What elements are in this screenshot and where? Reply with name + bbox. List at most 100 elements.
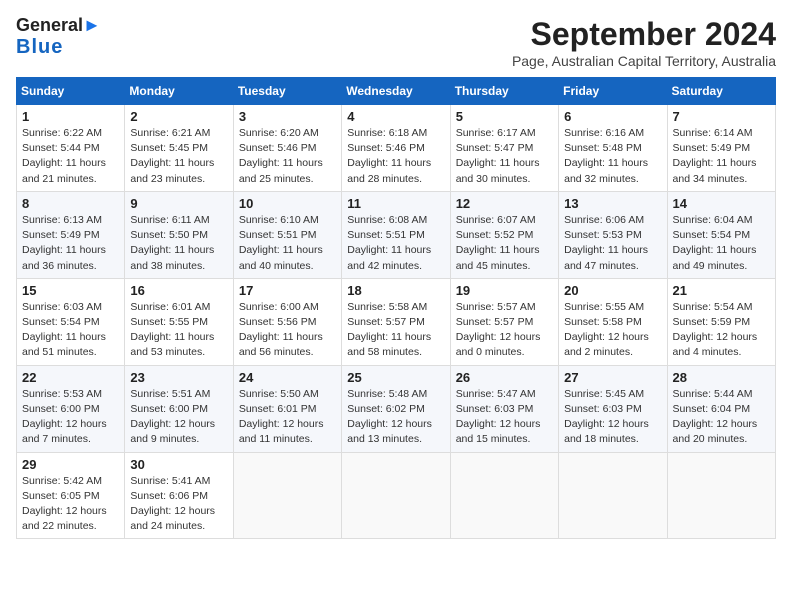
calendar-cell: 19 Sunrise: 5:57 AMSunset: 5:57 PMDaylig… xyxy=(450,278,558,365)
month-title: September 2024 xyxy=(512,16,776,53)
page-header: General► Blue September 2024 Page, Austr… xyxy=(16,16,776,69)
logo-text-blue: Blue xyxy=(16,36,63,58)
day-number: 17 xyxy=(239,283,336,298)
day-info: Sunrise: 6:22 AMSunset: 5:44 PMDaylight:… xyxy=(22,126,119,187)
day-number: 18 xyxy=(347,283,444,298)
calendar-cell: 21 Sunrise: 5:54 AMSunset: 5:59 PMDaylig… xyxy=(667,278,775,365)
day-number: 16 xyxy=(130,283,227,298)
day-info: Sunrise: 6:18 AMSunset: 5:46 PMDaylight:… xyxy=(347,126,444,187)
day-number: 1 xyxy=(22,109,119,124)
day-number: 2 xyxy=(130,109,227,124)
day-info: Sunrise: 6:21 AMSunset: 5:45 PMDaylight:… xyxy=(130,126,227,187)
calendar-cell: 25 Sunrise: 5:48 AMSunset: 6:02 PMDaylig… xyxy=(342,365,450,452)
calendar-cell: 24 Sunrise: 5:50 AMSunset: 6:01 PMDaylig… xyxy=(233,365,341,452)
day-of-week-header: Monday xyxy=(125,78,233,105)
day-info: Sunrise: 6:20 AMSunset: 5:46 PMDaylight:… xyxy=(239,126,336,187)
day-number: 9 xyxy=(130,196,227,211)
calendar-cell: 12 Sunrise: 6:07 AMSunset: 5:52 PMDaylig… xyxy=(450,191,558,278)
calendar-cell: 7 Sunrise: 6:14 AMSunset: 5:49 PMDayligh… xyxy=(667,105,775,192)
day-info: Sunrise: 6:16 AMSunset: 5:48 PMDaylight:… xyxy=(564,126,661,187)
calendar-cell xyxy=(450,452,558,539)
calendar-cell xyxy=(559,452,667,539)
day-number: 23 xyxy=(130,370,227,385)
day-number: 7 xyxy=(673,109,770,124)
day-number: 27 xyxy=(564,370,661,385)
day-info: Sunrise: 6:14 AMSunset: 5:49 PMDaylight:… xyxy=(673,126,770,187)
day-number: 20 xyxy=(564,283,661,298)
day-info: Sunrise: 5:54 AMSunset: 5:59 PMDaylight:… xyxy=(673,300,770,361)
day-of-week-header: Wednesday xyxy=(342,78,450,105)
calendar-cell: 28 Sunrise: 5:44 AMSunset: 6:04 PMDaylig… xyxy=(667,365,775,452)
day-number: 22 xyxy=(22,370,119,385)
day-info: Sunrise: 5:42 AMSunset: 6:05 PMDaylight:… xyxy=(22,474,119,535)
day-of-week-header: Friday xyxy=(559,78,667,105)
day-info: Sunrise: 5:53 AMSunset: 6:00 PMDaylight:… xyxy=(22,387,119,448)
day-number: 5 xyxy=(456,109,553,124)
location-subtitle: Page, Australian Capital Territory, Aust… xyxy=(512,53,776,69)
calendar-cell: 13 Sunrise: 6:06 AMSunset: 5:53 PMDaylig… xyxy=(559,191,667,278)
logo: General► Blue xyxy=(16,16,101,58)
day-number: 12 xyxy=(456,196,553,211)
calendar-cell: 26 Sunrise: 5:47 AMSunset: 6:03 PMDaylig… xyxy=(450,365,558,452)
day-of-week-header: Tuesday xyxy=(233,78,341,105)
day-number: 15 xyxy=(22,283,119,298)
calendar-cell: 15 Sunrise: 6:03 AMSunset: 5:54 PMDaylig… xyxy=(17,278,125,365)
calendar-cell: 1 Sunrise: 6:22 AMSunset: 5:44 PMDayligh… xyxy=(17,105,125,192)
day-number: 13 xyxy=(564,196,661,211)
day-info: Sunrise: 6:00 AMSunset: 5:56 PMDaylight:… xyxy=(239,300,336,361)
day-info: Sunrise: 6:17 AMSunset: 5:47 PMDaylight:… xyxy=(456,126,553,187)
calendar-cell: 11 Sunrise: 6:08 AMSunset: 5:51 PMDaylig… xyxy=(342,191,450,278)
day-info: Sunrise: 6:07 AMSunset: 5:52 PMDaylight:… xyxy=(456,213,553,274)
calendar-cell: 3 Sunrise: 6:20 AMSunset: 5:46 PMDayligh… xyxy=(233,105,341,192)
logo-text: General► xyxy=(16,16,101,36)
day-number: 10 xyxy=(239,196,336,211)
day-number: 11 xyxy=(347,196,444,211)
day-number: 8 xyxy=(22,196,119,211)
day-number: 6 xyxy=(564,109,661,124)
day-number: 14 xyxy=(673,196,770,211)
day-number: 4 xyxy=(347,109,444,124)
calendar-cell xyxy=(233,452,341,539)
calendar-table: SundayMondayTuesdayWednesdayThursdayFrid… xyxy=(16,77,776,539)
day-info: Sunrise: 5:41 AMSunset: 6:06 PMDaylight:… xyxy=(130,474,227,535)
day-info: Sunrise: 6:04 AMSunset: 5:54 PMDaylight:… xyxy=(673,213,770,274)
calendar-cell: 14 Sunrise: 6:04 AMSunset: 5:54 PMDaylig… xyxy=(667,191,775,278)
calendar-cell: 9 Sunrise: 6:11 AMSunset: 5:50 PMDayligh… xyxy=(125,191,233,278)
title-area: September 2024 Page, Australian Capital … xyxy=(512,16,776,69)
day-number: 30 xyxy=(130,457,227,472)
calendar-cell: 2 Sunrise: 6:21 AMSunset: 5:45 PMDayligh… xyxy=(125,105,233,192)
day-info: Sunrise: 6:08 AMSunset: 5:51 PMDaylight:… xyxy=(347,213,444,274)
day-info: Sunrise: 5:45 AMSunset: 6:03 PMDaylight:… xyxy=(564,387,661,448)
calendar-cell: 30 Sunrise: 5:41 AMSunset: 6:06 PMDaylig… xyxy=(125,452,233,539)
day-info: Sunrise: 5:48 AMSunset: 6:02 PMDaylight:… xyxy=(347,387,444,448)
day-info: Sunrise: 5:58 AMSunset: 5:57 PMDaylight:… xyxy=(347,300,444,361)
day-info: Sunrise: 6:06 AMSunset: 5:53 PMDaylight:… xyxy=(564,213,661,274)
calendar-cell xyxy=(342,452,450,539)
day-info: Sunrise: 5:55 AMSunset: 5:58 PMDaylight:… xyxy=(564,300,661,361)
day-info: Sunrise: 5:47 AMSunset: 6:03 PMDaylight:… xyxy=(456,387,553,448)
day-info: Sunrise: 6:03 AMSunset: 5:54 PMDaylight:… xyxy=(22,300,119,361)
calendar-cell: 8 Sunrise: 6:13 AMSunset: 5:49 PMDayligh… xyxy=(17,191,125,278)
day-number: 28 xyxy=(673,370,770,385)
calendar-cell: 4 Sunrise: 6:18 AMSunset: 5:46 PMDayligh… xyxy=(342,105,450,192)
calendar-cell: 10 Sunrise: 6:10 AMSunset: 5:51 PMDaylig… xyxy=(233,191,341,278)
day-number: 3 xyxy=(239,109,336,124)
calendar-cell: 6 Sunrise: 6:16 AMSunset: 5:48 PMDayligh… xyxy=(559,105,667,192)
day-number: 21 xyxy=(673,283,770,298)
day-number: 24 xyxy=(239,370,336,385)
day-of-week-header: Sunday xyxy=(17,78,125,105)
day-info: Sunrise: 6:01 AMSunset: 5:55 PMDaylight:… xyxy=(130,300,227,361)
day-info: Sunrise: 5:44 AMSunset: 6:04 PMDaylight:… xyxy=(673,387,770,448)
calendar-cell: 23 Sunrise: 5:51 AMSunset: 6:00 PMDaylig… xyxy=(125,365,233,452)
day-number: 25 xyxy=(347,370,444,385)
calendar-cell: 22 Sunrise: 5:53 AMSunset: 6:00 PMDaylig… xyxy=(17,365,125,452)
calendar-cell: 17 Sunrise: 6:00 AMSunset: 5:56 PMDaylig… xyxy=(233,278,341,365)
day-info: Sunrise: 6:10 AMSunset: 5:51 PMDaylight:… xyxy=(239,213,336,274)
day-number: 29 xyxy=(22,457,119,472)
day-info: Sunrise: 6:13 AMSunset: 5:49 PMDaylight:… xyxy=(22,213,119,274)
calendar-cell: 27 Sunrise: 5:45 AMSunset: 6:03 PMDaylig… xyxy=(559,365,667,452)
day-info: Sunrise: 5:50 AMSunset: 6:01 PMDaylight:… xyxy=(239,387,336,448)
day-number: 26 xyxy=(456,370,553,385)
day-info: Sunrise: 5:57 AMSunset: 5:57 PMDaylight:… xyxy=(456,300,553,361)
day-of-week-header: Saturday xyxy=(667,78,775,105)
